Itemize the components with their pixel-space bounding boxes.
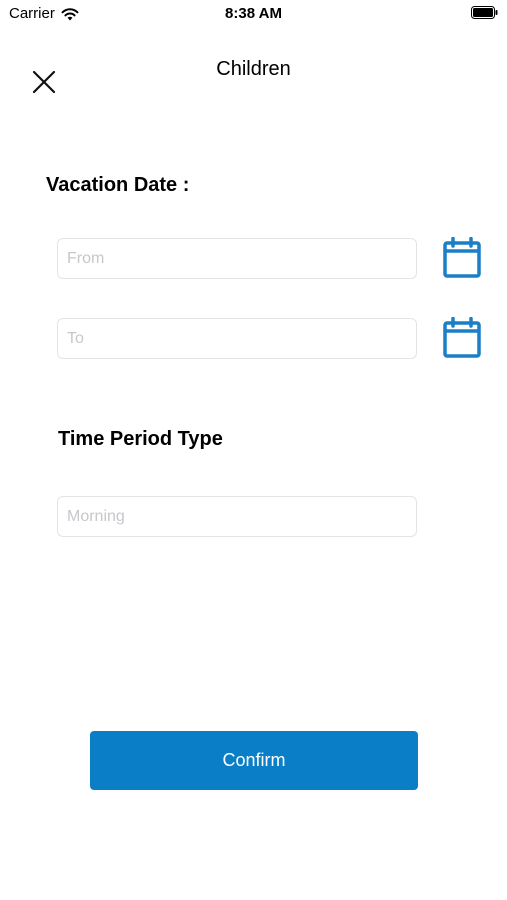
- nav-bar: Children: [0, 44, 507, 100]
- calendar-icon[interactable]: [442, 237, 482, 279]
- time-period-field[interactable]: [57, 496, 417, 537]
- to-date-field[interactable]: [57, 318, 417, 359]
- status-bar: Carrier 8:38 AM: [0, 0, 507, 28]
- calendar-icon[interactable]: [442, 317, 482, 359]
- time-period-heading: Time Period Type: [58, 428, 223, 450]
- confirm-button[interactable]: Confirm: [90, 731, 418, 790]
- page-title: Children: [216, 58, 291, 80]
- clock: 8:38 AM: [225, 5, 282, 22]
- from-date-field[interactable]: [57, 238, 417, 279]
- screen: Carrier 8:38 AM Children Vacation Date :: [0, 0, 507, 900]
- vacation-date-heading: Vacation Date :: [46, 174, 190, 196]
- battery-icon: [471, 6, 498, 19]
